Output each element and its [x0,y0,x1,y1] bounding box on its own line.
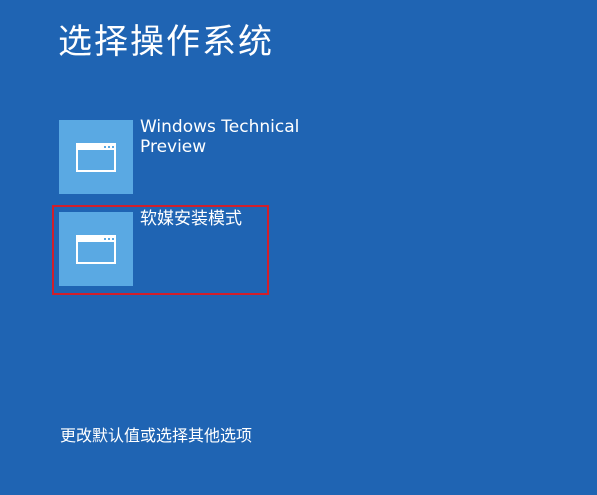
window-icon [76,235,116,264]
window-icon [76,143,116,172]
os-option-softmedia-install-mode[interactable]: 软媒安装模式 [59,209,359,286]
page-title: 选择操作系统 [58,22,274,62]
os-option-label[interactable]: 软媒安装模式 [140,209,355,229]
os-option-list: Windows Technical Preview 软媒安装模式 [59,117,359,304]
os-option-tile[interactable] [59,212,133,286]
boot-menu-screen: 选择操作系统 Windows Technical Preview 软媒安装模式 … [0,0,597,495]
os-option-tile[interactable] [59,120,133,194]
os-option-label[interactable]: Windows Technical Preview [140,117,355,157]
change-defaults-link[interactable]: 更改默认值或选择其他选项 [60,426,252,446]
os-option-windows-technical-preview[interactable]: Windows Technical Preview [59,117,359,194]
